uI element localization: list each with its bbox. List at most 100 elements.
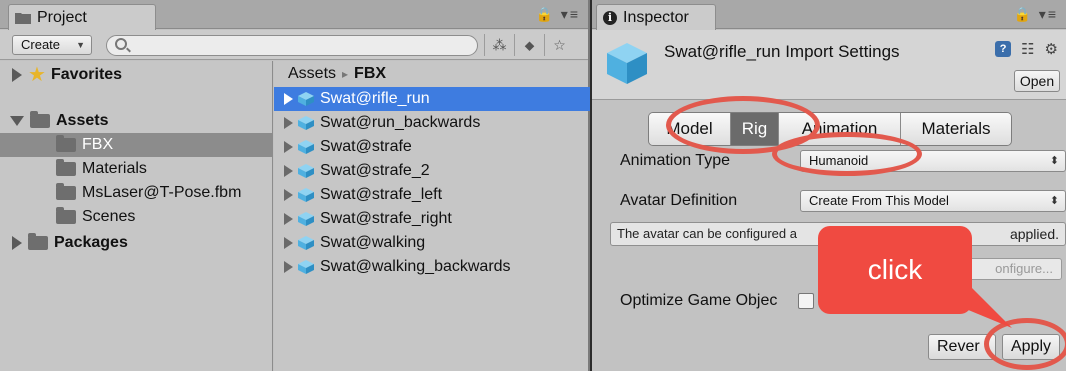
asset-name: Swat@strafe bbox=[320, 138, 412, 155]
asset-name: Swat@walking bbox=[320, 234, 426, 251]
project-toolbar: Create ▼ ⁂ ⬥ ☆ bbox=[0, 30, 588, 60]
filter-by-label-icon[interactable]: ⬥ bbox=[514, 34, 544, 56]
project-filter-icons: ⁂ ⬥ ☆ bbox=[484, 34, 574, 56]
expand-arrow-icon[interactable] bbox=[284, 189, 293, 201]
click-callout: click bbox=[818, 226, 972, 314]
asset-list-item[interactable]: Swat@walking bbox=[274, 231, 590, 255]
inspector-tab[interactable]: i Inspector bbox=[596, 4, 716, 30]
breadcrumb-root[interactable]: Assets bbox=[288, 65, 336, 82]
folder-icon bbox=[56, 135, 76, 152]
model-file-icon bbox=[298, 212, 314, 226]
asset-list-item[interactable]: Swat@strafe bbox=[274, 135, 590, 159]
folder-icon bbox=[56, 207, 76, 224]
help-icon[interactable]: ? bbox=[995, 41, 1012, 57]
create-button-label: Create bbox=[21, 37, 61, 52]
asset-list-item[interactable]: Swat@run_backwards bbox=[274, 111, 590, 135]
header-icons: ? ☷ ⚙ bbox=[995, 40, 1058, 58]
breadcrumb-current[interactable]: FBX bbox=[354, 65, 386, 82]
search-icon bbox=[115, 38, 127, 50]
avatar-definition-dropdown[interactable]: Create From This Model ⬍ bbox=[800, 190, 1066, 212]
preset-sliders-icon[interactable]: ☷ bbox=[1021, 40, 1034, 58]
tree-item-label: MsLaser@T-Pose.fbm bbox=[82, 184, 242, 201]
open-button[interactable]: Open bbox=[1014, 70, 1060, 92]
optimize-game-objects-checkbox[interactable] bbox=[798, 293, 814, 309]
tree-item-label: FBX bbox=[82, 136, 114, 153]
asset-list-item[interactable]: Swat@strafe_right bbox=[274, 207, 590, 231]
tab-materials[interactable]: Materials bbox=[901, 113, 1011, 145]
avatar-definition-value: Create From This Model bbox=[809, 193, 949, 208]
inspector-tab-menu-icon[interactable]: 🔒 ▾≡ bbox=[1013, 6, 1058, 23]
asset-list-item[interactable]: Swat@strafe_left bbox=[274, 183, 590, 207]
dropdown-arrow-icon: ⬍ bbox=[1049, 155, 1059, 167]
tree-item-label: Favorites bbox=[50, 66, 123, 83]
project-tab-label: Project bbox=[37, 8, 87, 26]
tree-item-label: Scenes bbox=[82, 208, 136, 225]
project-tabbar: Project 🔒 ▾≡ bbox=[0, 0, 588, 30]
folder-icon bbox=[15, 12, 31, 24]
avatar-help-text-tail: applied. bbox=[1009, 226, 1059, 242]
tree-item-label: Assets bbox=[56, 112, 109, 129]
collapse-arrow-icon[interactable] bbox=[10, 116, 24, 126]
expand-arrow-icon[interactable] bbox=[284, 165, 293, 177]
model-file-icon bbox=[298, 188, 314, 202]
animation-type-label: Animation Type bbox=[620, 152, 730, 169]
tree-item-favorites[interactable]: ★ Favorites bbox=[0, 63, 272, 87]
folder-icon bbox=[28, 233, 48, 250]
expand-arrow-icon[interactable] bbox=[284, 117, 293, 129]
expand-arrow-icon[interactable] bbox=[284, 141, 293, 153]
tree-item-label: Packages bbox=[54, 234, 128, 251]
expand-arrow-icon[interactable] bbox=[284, 261, 293, 273]
expand-arrow-icon[interactable] bbox=[284, 213, 293, 225]
folder-icon bbox=[30, 111, 50, 128]
asset-list-item[interactable]: Swat@strafe_2 bbox=[274, 159, 590, 183]
model-file-icon bbox=[298, 236, 314, 250]
dropdown-arrow-icon: ⬍ bbox=[1049, 195, 1059, 207]
optimize-game-objects-label: Optimize Game Objec bbox=[620, 292, 778, 309]
asset-list-item[interactable]: Swat@walking_backwards bbox=[274, 255, 590, 279]
tree-item-materials[interactable]: Materials bbox=[0, 157, 272, 181]
model-file-icon bbox=[298, 164, 314, 178]
asset-name: Swat@strafe_2 bbox=[320, 162, 430, 179]
asset-list-item[interactable]: Swat@rifle_run bbox=[274, 87, 590, 111]
folder-tree: ★ Favorites Assets FBX Materials MsLaser… bbox=[0, 61, 273, 371]
breadcrumb-separator: ▸ bbox=[342, 67, 349, 81]
asset-name: Swat@strafe_right bbox=[320, 210, 452, 227]
model-file-icon bbox=[298, 260, 314, 274]
avatar-definition-label: Avatar Definition bbox=[620, 192, 738, 209]
favorite-star-icon[interactable]: ☆ bbox=[544, 34, 574, 56]
project-window: Project 🔒 ▾≡ Create ▼ ⁂ ⬥ ☆ ★ Favorites … bbox=[0, 0, 590, 371]
inspector-window: i Inspector 🔒 ▾≡ Swat@rifle_run Import S… bbox=[592, 0, 1066, 371]
search-input[interactable] bbox=[106, 35, 478, 56]
import-settings-title: Swat@rifle_run Import Settings bbox=[664, 42, 900, 61]
expand-arrow-icon[interactable] bbox=[12, 68, 22, 82]
import-settings-header: Swat@rifle_run Import Settings ? ☷ ⚙ Ope… bbox=[592, 30, 1066, 100]
asset-name: Swat@run_backwards bbox=[320, 114, 481, 131]
asset-name: Swat@strafe_left bbox=[320, 186, 443, 203]
model-file-icon bbox=[298, 92, 314, 106]
asset-list-pane: Assets ▸ FBX Swat@rifle_run Swat@run_backwa… bbox=[274, 61, 590, 371]
breadcrumb: Assets ▸ FBX bbox=[288, 65, 386, 83]
info-icon: i bbox=[603, 10, 617, 25]
model-file-icon bbox=[298, 116, 314, 130]
folder-icon bbox=[56, 183, 76, 200]
expand-arrow-icon[interactable] bbox=[284, 93, 293, 105]
tree-item-fbx[interactable]: FBX bbox=[0, 133, 272, 157]
expand-arrow-icon[interactable] bbox=[284, 237, 293, 249]
inspector-tab-label: Inspector bbox=[623, 8, 689, 26]
tree-item-scenes[interactable]: Scenes bbox=[0, 205, 272, 229]
tree-item-packages[interactable]: Packages bbox=[0, 231, 272, 255]
star-icon: ★ bbox=[28, 64, 46, 86]
chevron-down-icon: ▼ bbox=[76, 40, 85, 50]
filter-by-type-icon[interactable]: ⁂ bbox=[484, 34, 514, 56]
inspector-tabbar: i Inspector 🔒 ▾≡ bbox=[592, 0, 1066, 30]
project-tab-menu-icon[interactable]: 🔒 ▾≡ bbox=[535, 6, 580, 23]
expand-arrow-icon[interactable] bbox=[12, 236, 22, 250]
create-button[interactable]: Create ▼ bbox=[12, 35, 92, 55]
project-tab[interactable]: Project bbox=[8, 4, 156, 30]
highlight-ring-humanoid bbox=[772, 132, 922, 176]
tree-item-mslaser-fbm[interactable]: MsLaser@T-Pose.fbm bbox=[0, 181, 272, 205]
highlight-ring-apply bbox=[984, 318, 1066, 370]
asset-name: Swat@walking_backwards bbox=[320, 258, 511, 275]
gear-icon[interactable]: ⚙ bbox=[1045, 40, 1058, 58]
tree-item-assets[interactable]: Assets bbox=[0, 109, 272, 133]
